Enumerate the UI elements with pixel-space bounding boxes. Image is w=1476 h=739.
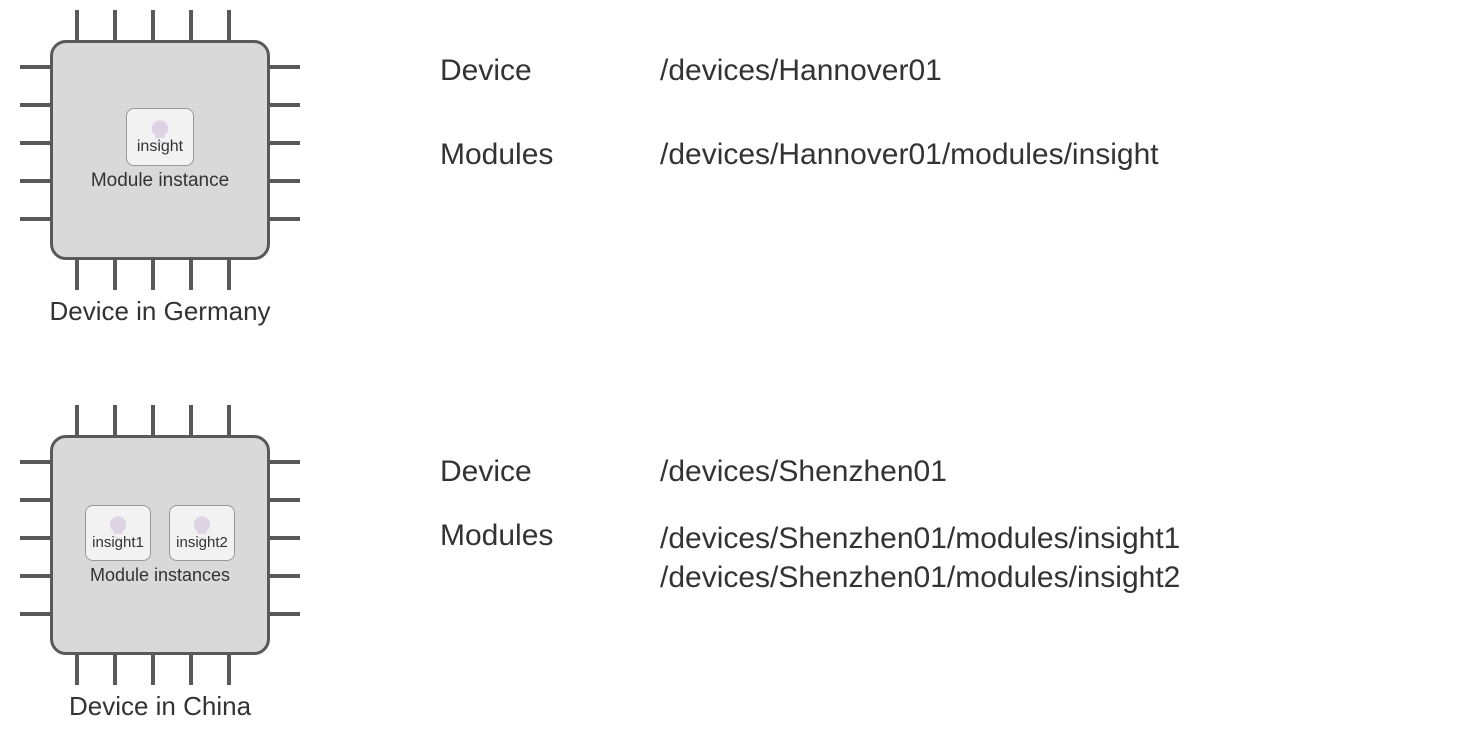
lightbulb-icon [146, 118, 174, 146]
device-path: /devices/Shenzhen01 [660, 455, 1180, 489]
chip-caption: Device in Germany [49, 296, 270, 327]
modules-row: insight1 insight2 [85, 505, 235, 561]
chip-icon: insight Module instance [20, 10, 300, 290]
chip-container: insight1 insight2 Module instances Devic… [20, 405, 300, 722]
chip-caption: Device in China [69, 691, 251, 722]
chip-icon: insight1 insight2 Module instances [20, 405, 300, 685]
device-label: Device [440, 54, 640, 88]
module-paths: /devices/Shenzhen01/modules/insight1 /de… [660, 519, 1180, 597]
module-path: /devices/Shenzhen01/modules/insight1 [660, 519, 1180, 558]
module-instance: insight1 [85, 505, 151, 561]
device-path: /devices/Hannover01 [660, 54, 1159, 88]
module-instances-label: Module instances [90, 565, 230, 586]
module-instance: insight [126, 108, 194, 166]
module-path: /devices/Hannover01/modules/insight [660, 138, 1159, 172]
lightbulb-icon [188, 514, 216, 542]
chip-body: insight1 insight2 Module instances [50, 435, 270, 655]
device-info-table: Device /devices/Shenzhen01 Modules /devi… [440, 455, 1180, 597]
chip-container: insight Module instance Device in German… [20, 10, 300, 327]
modules-label: Modules [440, 519, 640, 597]
device-label: Device [440, 455, 640, 489]
device-section-china: insight1 insight2 Module instances Devic… [20, 405, 1180, 722]
module-instance-label: Module instance [91, 170, 229, 192]
modules-label: Modules [440, 138, 640, 172]
chip-body: insight Module instance [50, 40, 270, 260]
module-path: /devices/Shenzhen01/modules/insight2 [660, 558, 1180, 597]
device-section-germany: insight Module instance Device in German… [20, 10, 1159, 327]
lightbulb-icon [104, 514, 132, 542]
module-instance: insight2 [169, 505, 235, 561]
device-info-table: Device /devices/Hannover01 Modules /devi… [440, 54, 1159, 172]
